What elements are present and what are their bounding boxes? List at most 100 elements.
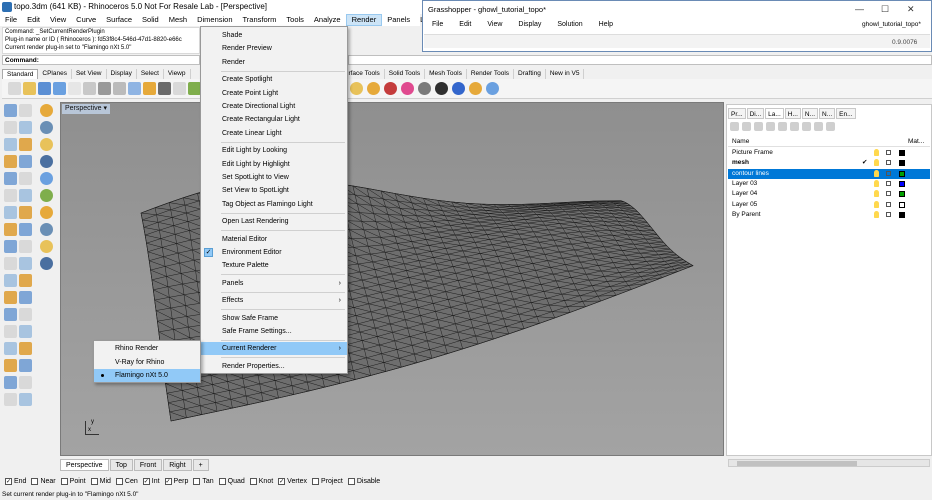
- layer-color-swatch[interactable]: [899, 150, 905, 156]
- select-icon[interactable]: [4, 359, 17, 372]
- toolbar-tab-cplanes[interactable]: CPlanes: [38, 69, 72, 79]
- curve-icon[interactable]: [19, 376, 32, 389]
- color-wheel-icon[interactable]: [401, 82, 414, 95]
- menu-mesh[interactable]: Mesh: [164, 14, 192, 26]
- panel-tab-6[interactable]: En...: [836, 108, 856, 119]
- copy-icon[interactable]: [98, 82, 111, 95]
- import-icon[interactable]: [68, 82, 81, 95]
- osnap-disable[interactable]: Disable: [347, 477, 380, 485]
- osnap-mid[interactable]: Mid: [90, 477, 111, 485]
- tool-icon-col3[interactable]: [40, 206, 53, 219]
- grasshopper-file-tab[interactable]: ghowl_tutorial_topo*: [862, 21, 921, 28]
- pan-icon[interactable]: [143, 82, 156, 95]
- osnap-checkbox[interactable]: [90, 477, 98, 485]
- menu-surface[interactable]: Surface: [101, 14, 137, 26]
- layer-color-swatch[interactable]: [899, 180, 905, 187]
- osnap-point[interactable]: Point: [60, 477, 86, 485]
- render-menu-edit-light-by-highlight[interactable]: Edit Light by Highlight: [201, 158, 347, 171]
- array-icon[interactable]: [4, 308, 17, 321]
- osnap-checkbox[interactable]: ✓: [5, 477, 12, 485]
- column-material-header[interactable]: Mat...: [908, 138, 924, 145]
- polygon-icon[interactable]: [4, 172, 17, 185]
- mesh-tool-icon[interactable]: [19, 223, 32, 236]
- undo-icon[interactable]: [128, 82, 141, 95]
- help-icon[interactable]: [826, 122, 835, 131]
- tool-icon-col3[interactable]: [40, 223, 53, 236]
- osnap-end[interactable]: ✓ End: [5, 477, 26, 485]
- help-icon[interactable]: [486, 82, 499, 95]
- panel-tab-0[interactable]: Pr...: [728, 108, 746, 119]
- gh-menu-solution[interactable]: Solution: [557, 21, 582, 28]
- render-menu-render-properties[interactable]: Render Properties...: [201, 360, 347, 373]
- renderer-flamingo-nxt-5-0[interactable]: Flamingo nXt 5.0: [94, 369, 200, 382]
- osnap-checkbox[interactable]: [249, 477, 257, 485]
- bulb-icon[interactable]: [367, 82, 380, 95]
- osnap-checkbox[interactable]: ✓: [142, 477, 150, 485]
- toolbar-tab-solid-tools[interactable]: Solid Tools: [385, 69, 426, 79]
- filter-icon[interactable]: [802, 122, 811, 131]
- osnap-checkbox[interactable]: [312, 477, 320, 485]
- menu-file[interactable]: File: [0, 14, 22, 26]
- toolbar-tab-standard[interactable]: Standard: [2, 69, 39, 79]
- layer-row[interactable]: Layer 04: [728, 189, 930, 199]
- layer-tools-icon[interactable]: [814, 122, 823, 131]
- viewport-title[interactable]: Perspective ▾: [62, 104, 111, 114]
- gh-menu-help[interactable]: Help: [599, 21, 613, 28]
- group-icon[interactable]: [19, 308, 32, 321]
- layer-color-swatch[interactable]: [899, 170, 905, 177]
- block-icon[interactable]: [4, 342, 17, 355]
- toolbar-tab-mesh-tools[interactable]: Mesh Tools: [425, 69, 467, 79]
- render-menu-render-preview[interactable]: Render Preview: [201, 42, 347, 55]
- toolbar-tab-display[interactable]: Display: [107, 69, 137, 79]
- light-icon[interactable]: [350, 82, 363, 95]
- menu-transform[interactable]: Transform: [238, 14, 282, 26]
- toolbar-tab-render-tools[interactable]: Render Tools: [467, 69, 515, 79]
- menu-curve[interactable]: Curve: [71, 14, 101, 26]
- rotate-tool-icon[interactable]: [19, 274, 32, 287]
- render-menu-texture-palette[interactable]: Texture Palette: [201, 259, 347, 272]
- shaded-sphere-icon[interactable]: [435, 82, 448, 95]
- osnap-checkbox[interactable]: [115, 477, 123, 485]
- fillet-icon[interactable]: [4, 240, 17, 253]
- toolbar-tab-viewp[interactable]: Viewp: [164, 69, 191, 79]
- render-menu-tag-object-as-flamingo-light[interactable]: Tag Object as Flamingo Light: [201, 198, 347, 211]
- panel-tab-3[interactable]: H...: [784, 108, 801, 119]
- lock-icon[interactable]: [886, 191, 891, 197]
- render-menu-set-view-to-spotlight[interactable]: Set View to SpotLight: [201, 184, 347, 197]
- command-prompt[interactable]: Command:: [2, 55, 200, 65]
- gh-menu-display[interactable]: Display: [518, 21, 541, 28]
- circle-icon[interactable]: [4, 393, 17, 406]
- new-layer-icon[interactable]: [730, 122, 739, 131]
- move-parent-icon[interactable]: [790, 122, 799, 131]
- open-icon[interactable]: [23, 82, 36, 95]
- viewport-menu-arrow-icon[interactable]: ▾: [104, 105, 108, 112]
- viewport-tab-add[interactable]: +: [192, 459, 209, 471]
- lock-icon[interactable]: [886, 211, 891, 217]
- osnap-int[interactable]: ✓ Int: [142, 477, 160, 485]
- freeform-icon[interactable]: [19, 172, 32, 185]
- layer-color-swatch[interactable]: [899, 191, 905, 198]
- layer-row[interactable]: Picture Frame: [728, 148, 930, 158]
- render-menu-environment-editor[interactable]: Environment Editor ✓: [201, 246, 347, 259]
- osnap-checkbox[interactable]: [31, 477, 39, 485]
- move-down-icon[interactable]: [778, 122, 787, 131]
- osnap-quad[interactable]: Quad: [218, 477, 245, 485]
- osnap-project[interactable]: Project: [312, 477, 343, 485]
- mirror-icon[interactable]: [19, 291, 32, 304]
- tool-icon-col3[interactable]: [40, 104, 53, 117]
- select-icon[interactable]: [4, 104, 17, 117]
- viewport-tab-right[interactable]: Right: [163, 459, 192, 471]
- toolbar-tab-drafting[interactable]: Drafting: [514, 69, 546, 79]
- tool-icon-col3[interactable]: [40, 172, 53, 185]
- material-icon[interactable]: [384, 82, 397, 95]
- ellipse-icon[interactable]: [4, 155, 17, 168]
- osnap-checkbox[interactable]: [193, 477, 201, 485]
- menu-analyze[interactable]: Analyze: [309, 14, 346, 26]
- lock-icon[interactable]: [886, 150, 891, 155]
- maximize-icon[interactable]: ☐: [881, 4, 889, 15]
- tool-icon-col3[interactable]: [40, 155, 53, 168]
- sphere-tool-icon[interactable]: [19, 189, 32, 202]
- curve-icon[interactable]: [19, 121, 32, 134]
- move-up-icon[interactable]: [766, 122, 775, 131]
- layer-color-swatch[interactable]: [899, 211, 905, 218]
